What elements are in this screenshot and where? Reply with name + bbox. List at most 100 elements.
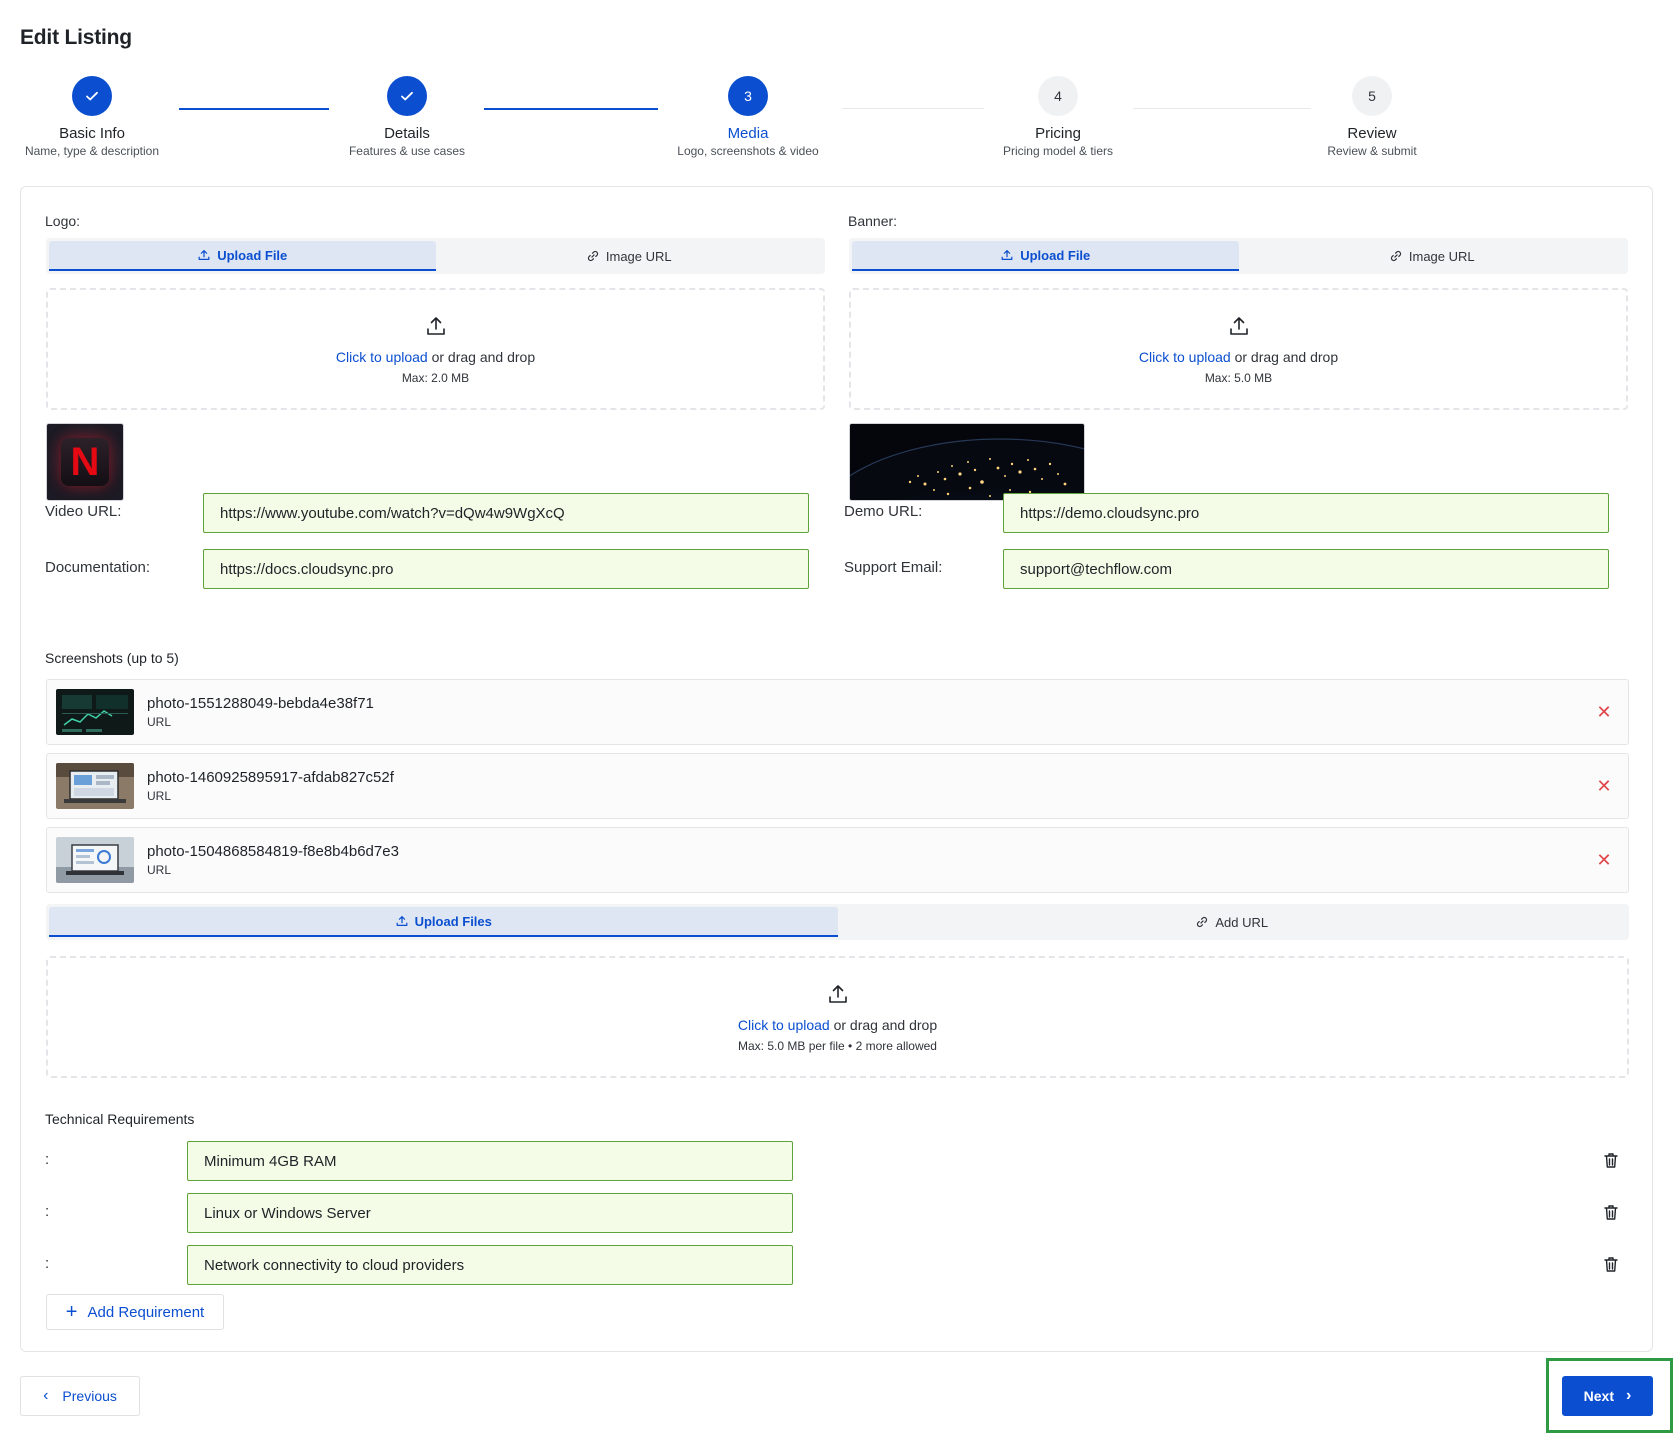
trash-icon[interactable] (1601, 1150, 1621, 1170)
video-url-label: Video URL: (45, 503, 122, 520)
support-email-label: Support Email: (844, 559, 943, 576)
documentation-input[interactable]: https://docs.cloudsync.pro (203, 549, 809, 589)
click-to-upload-link[interactable]: Click to upload (738, 1017, 830, 1033)
upload-icon (1229, 317, 1248, 335)
link-icon (587, 250, 598, 262)
step-label: Review (1347, 125, 1397, 142)
screenshot-item: photo-1460925895917-afdab827c52f URL ✕ (46, 753, 1629, 819)
screenshot-name: photo-1504868584819-f8e8b4b6d7e3 (147, 843, 399, 860)
upload-icon (426, 317, 445, 335)
click-to-upload-link[interactable]: Click to upload (1139, 349, 1231, 365)
banner-tab-image-url[interactable]: Image URL (1239, 241, 1626, 271)
upload-icon (1001, 250, 1013, 260)
step-subtitle: Name, type & description (24, 144, 160, 158)
next-label: Next (1583, 1388, 1615, 1404)
trash-icon[interactable] (1601, 1254, 1621, 1274)
step-pricing[interactable]: 4 Pricing Pricing model & tiers (958, 76, 1158, 158)
logo-dropzone[interactable]: Click to upload or drag and drop Max: 2.… (46, 288, 825, 410)
screenshots-tab-upload-files[interactable]: Upload Files (49, 907, 838, 937)
page-title: Edit Listing (20, 26, 132, 49)
screenshot-thumbnail (56, 763, 134, 809)
upload-icon (396, 916, 408, 926)
logo-tab-image-url[interactable]: Image URL (436, 241, 823, 271)
requirement-input[interactable]: Linux or Windows Server (187, 1193, 793, 1233)
previous-label: Previous (62, 1388, 117, 1404)
dropzone-text: Click to upload or drag and drop (48, 1017, 1627, 1033)
trash-icon[interactable] (1601, 1202, 1621, 1222)
banner-preview-image (849, 423, 1085, 501)
banner-source-tabs: Upload File Image URL (849, 238, 1628, 274)
netflix-logo: N (61, 438, 109, 486)
check-icon (72, 76, 112, 116)
upload-icon (198, 250, 210, 260)
link-icon (1390, 250, 1401, 262)
tab-label: Image URL (605, 248, 672, 264)
step-subtitle: Logo, screenshots & video (677, 144, 819, 158)
banner-dropzone[interactable]: Click to upload or drag and drop Max: 5.… (849, 288, 1628, 410)
technical-requirements-title: Technical Requirements (45, 1111, 195, 1127)
step-basic-info[interactable]: Basic Info Name, type & description (0, 76, 192, 158)
tab-label: Add URL (1215, 914, 1269, 930)
dropzone-hint: Max: 5.0 MB (1204, 371, 1273, 385)
screenshot-type: URL (147, 863, 172, 877)
dropzone-text-suffix: or drag and drop (1230, 349, 1339, 365)
screenshot-item: photo-1551288049-bebda4e38f71 URL ✕ (46, 679, 1629, 745)
video-url-input[interactable]: https://www.youtube.com/watch?v=dQw4w9Wg… (203, 493, 809, 533)
logo-preview-image: N (46, 423, 124, 501)
dropzone-hint: Max: 2.0 MB (401, 371, 470, 385)
step-details[interactable]: Details Features & use cases (307, 76, 507, 158)
previous-button[interactable]: ‹ Previous (20, 1376, 140, 1416)
remove-screenshot-button[interactable]: ✕ (1594, 850, 1614, 870)
dropzone-text: Click to upload or drag and drop (48, 349, 823, 365)
close-icon: ✕ (1596, 701, 1612, 722)
next-button[interactable]: Next › (1562, 1376, 1653, 1416)
close-icon: ✕ (1596, 849, 1612, 870)
stepper: Basic Info Name, type & description Deta… (0, 76, 1674, 166)
requirement-input[interactable]: Network connectivity to cloud providers (187, 1245, 793, 1285)
upload-icon (828, 985, 847, 1003)
step-subtitle: Review & submit (1327, 144, 1417, 158)
documentation-label: Documentation: (45, 559, 151, 576)
dropzone-text-suffix: or drag and drop (427, 349, 536, 365)
dropzone-text-suffix: or drag and drop (829, 1017, 938, 1033)
logo-source-tabs: Upload File Image URL (46, 238, 825, 274)
requirement-label: : (45, 1151, 50, 1168)
dropzone-hint: Max: 5.0 MB per file • 2 more allowed (738, 1039, 937, 1053)
tab-label: Upload File (217, 247, 288, 263)
chevron-left-icon: ‹ (43, 1387, 49, 1404)
check-icon (387, 76, 427, 116)
media-form-card: Logo: Upload File Image URL Click to upl… (20, 186, 1653, 1352)
screenshots-dropzone[interactable]: Click to upload or drag and drop Max: 5.… (46, 956, 1629, 1078)
requirement-input[interactable]: Minimum 4GB RAM (187, 1141, 793, 1181)
demo-url-input[interactable]: https://demo.cloudsync.pro (1003, 493, 1609, 533)
logo-tab-upload-file[interactable]: Upload File (49, 241, 436, 271)
earth-night-image (850, 424, 1084, 500)
click-to-upload-link[interactable]: Click to upload (336, 349, 428, 365)
screenshots-tab-add-url[interactable]: Add URL (838, 907, 1627, 937)
remove-screenshot-button[interactable]: ✕ (1594, 702, 1614, 722)
banner-label: Banner: (848, 213, 898, 229)
step-subtitle: Features & use cases (348, 144, 466, 158)
link-icon (1197, 916, 1208, 928)
step-media[interactable]: 3 Media Logo, screenshots & video (648, 76, 848, 158)
plus-icon: + (65, 1301, 78, 1323)
screenshot-name: photo-1551288049-bebda4e38f71 (147, 695, 374, 712)
tab-label: Image URL (1408, 248, 1475, 264)
step-label: Basic Info (59, 125, 125, 142)
step-label: Pricing (1035, 125, 1081, 142)
screenshot-name: photo-1460925895917-afdab827c52f (147, 769, 394, 786)
tab-label: Upload Files (414, 913, 492, 929)
step-number: 5 (1352, 76, 1392, 116)
remove-screenshot-button[interactable]: ✕ (1594, 776, 1614, 796)
step-label: Media (727, 125, 769, 142)
step-review[interactable]: 5 Review Review & submit (1272, 76, 1472, 158)
step-number: 3 (728, 76, 768, 116)
add-requirement-button[interactable]: + Add Requirement (46, 1294, 224, 1330)
close-icon: ✕ (1596, 775, 1612, 796)
add-requirement-label: Add Requirement (87, 1303, 205, 1321)
step-subtitle: Pricing model & tiers (1002, 144, 1114, 158)
support-email-input[interactable]: support@techflow.com (1003, 549, 1609, 589)
screenshots-title: Screenshots (up to 5) (45, 650, 179, 666)
demo-url-label: Demo URL: (844, 503, 923, 520)
banner-tab-upload-file[interactable]: Upload File (852, 241, 1239, 271)
